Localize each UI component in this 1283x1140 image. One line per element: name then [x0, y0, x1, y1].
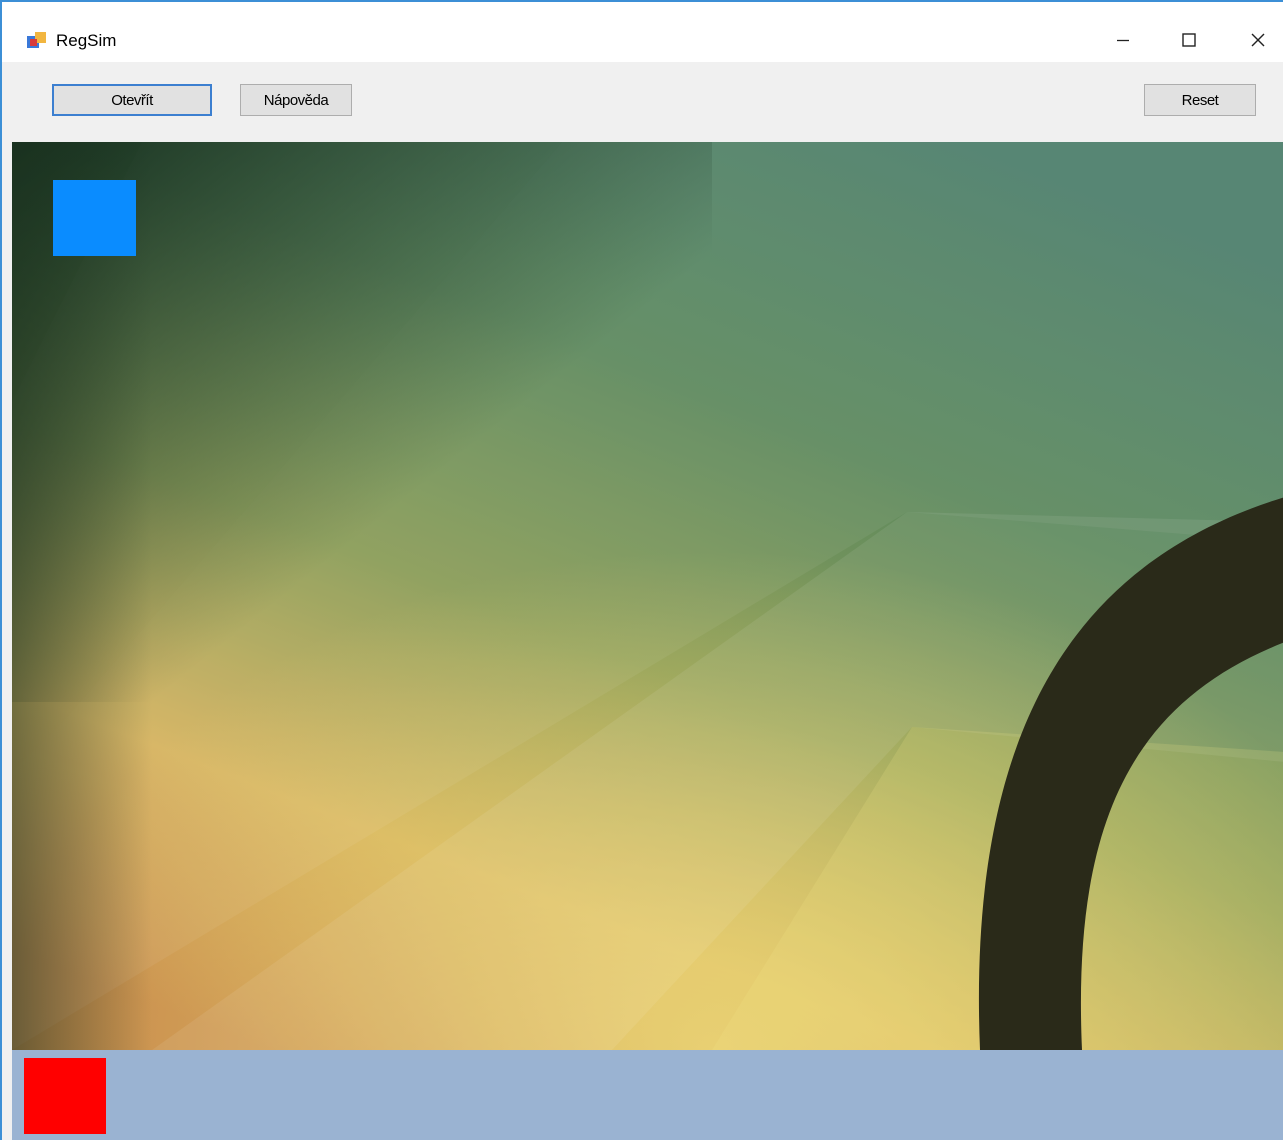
window-title: RegSim: [56, 31, 117, 50]
title-bar[interactable]: RegSim: [2, 2, 1283, 62]
close-button[interactable]: [1235, 20, 1281, 60]
help-button[interactable]: Nápověda: [240, 84, 352, 116]
reset-button[interactable]: Reset: [1144, 84, 1256, 116]
status-bar: [12, 1050, 1283, 1140]
simulation-canvas[interactable]: [12, 142, 1283, 1050]
window-left-edge: [2, 142, 12, 1140]
maximize-icon: [1182, 33, 1196, 47]
start-marker: [53, 180, 136, 256]
open-button[interactable]: Otevřít: [52, 84, 212, 116]
minimize-icon: [1117, 39, 1129, 42]
maximize-button[interactable]: [1166, 20, 1212, 60]
status-indicator: [24, 1058, 106, 1134]
toolbar: Otevřít Nápověda Reset: [2, 62, 1283, 142]
app-window: RegSim Otevřít Nápověda Reset: [0, 0, 1283, 1140]
app-icon: [27, 32, 46, 48]
minimize-button[interactable]: [1100, 20, 1146, 60]
close-icon: [1251, 33, 1265, 47]
scene-background: [12, 142, 1283, 1050]
